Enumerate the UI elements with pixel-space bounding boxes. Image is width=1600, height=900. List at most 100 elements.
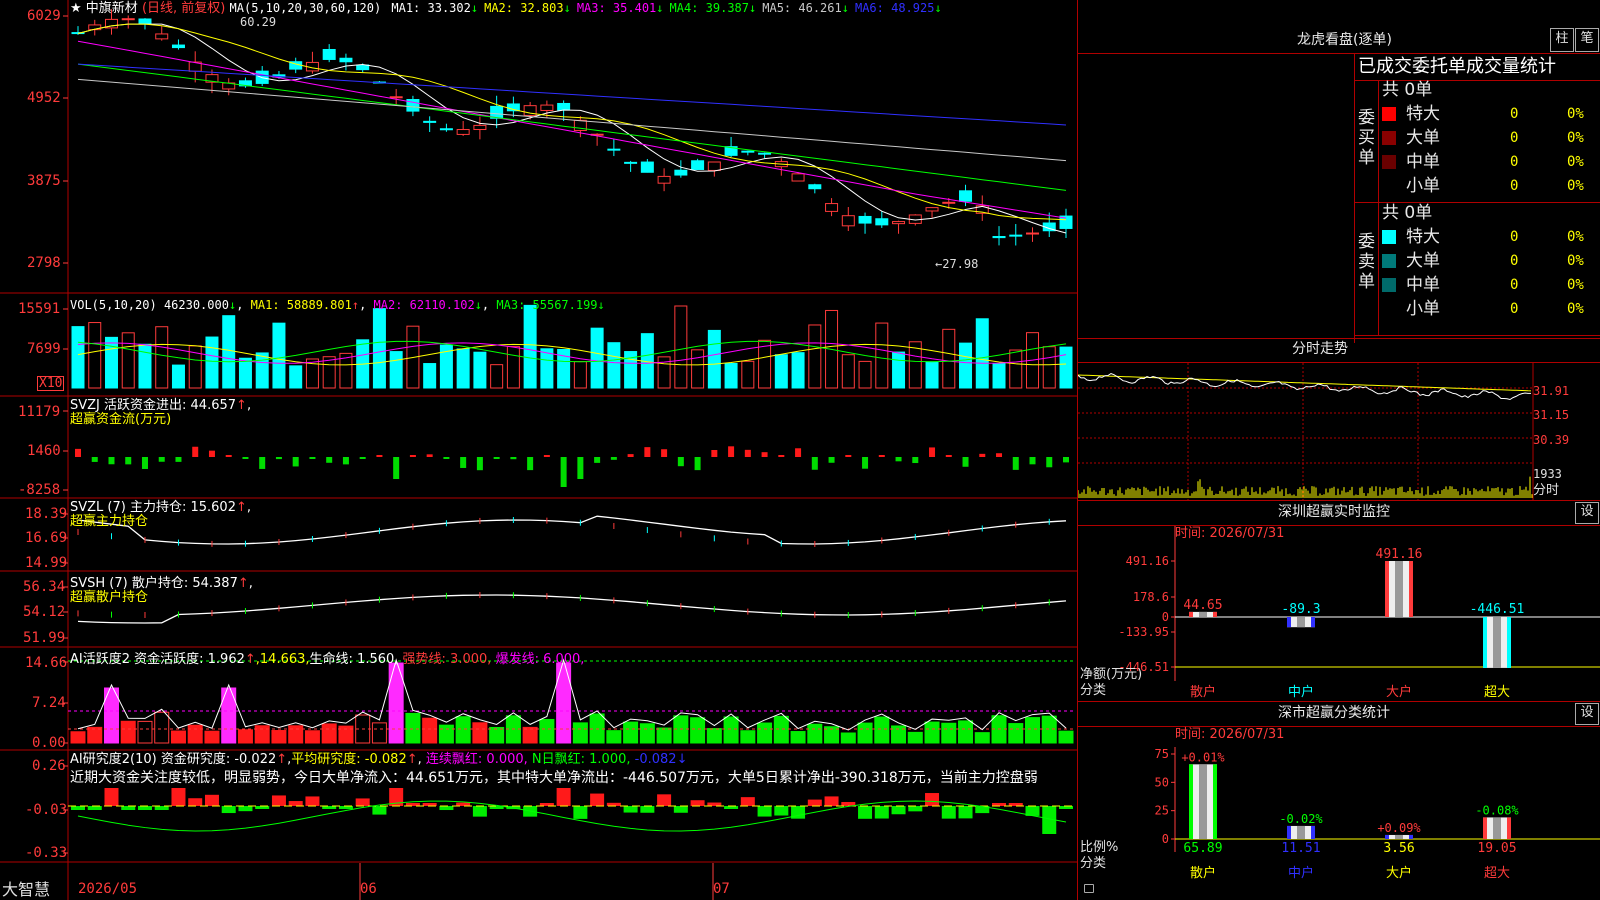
ai2-bar (657, 794, 672, 806)
candle-body (942, 201, 956, 204)
bar-mode-button[interactable]: 柱 (1550, 28, 1574, 52)
volume-bar (925, 361, 939, 389)
volume-bar (490, 364, 504, 389)
monitor-y-label: 178.6 (1133, 590, 1169, 604)
monitor-chart[interactable]: 491.16 178.6 0-133.95 -446.51 44.65 散户 -89.3 中户… (1078, 526, 1600, 700)
volume-bar (238, 357, 252, 389)
ai1-bar (840, 732, 856, 744)
order-size-label: 大单 (1406, 128, 1440, 148)
monitor-category-label: 分类 (1080, 683, 1107, 698)
class-category: 大户 (1386, 865, 1412, 881)
candle-body (959, 190, 973, 202)
order-color-swatch (1382, 107, 1396, 121)
ai1-bar (1025, 717, 1041, 744)
high-price-label: 60.29 (240, 15, 277, 29)
volume-bar (808, 324, 822, 389)
ai2-bar (154, 806, 169, 810)
ai1-bar (87, 726, 103, 744)
vol-label: VOL(5,10,20) (70, 298, 157, 312)
volume-bar (741, 360, 755, 389)
ai1-bar (723, 716, 739, 744)
ai2-bar (690, 800, 705, 806)
stats-title: 已成交委托单成交量统计 (1358, 56, 1556, 77)
ai1-bar (757, 722, 773, 744)
svzj-bar (141, 457, 148, 469)
monitor-settings-button[interactable]: 设 (1575, 502, 1599, 524)
order-color-swatch (1382, 230, 1396, 244)
ai2-header: AI研究度2(10) 资金研究度: -0.022↑,平均研究度: -0.082↑… (70, 752, 688, 767)
class-chart[interactable]: 75 50 25 0 +0.01% 65.89 散户 -0.02% 11.51 中户 +0.09% 3… (1078, 727, 1600, 900)
star-icon[interactable]: ★ (70, 1, 82, 16)
y-tick: 56.34 (23, 579, 66, 595)
candle-body (607, 148, 621, 151)
ai1-bar (656, 727, 672, 744)
monitor-bar-shade (1493, 617, 1501, 668)
order-color-swatch (1382, 179, 1396, 193)
svzj-bar (962, 457, 969, 467)
ai2-bar (472, 806, 487, 817)
svzj-bar (661, 449, 668, 457)
ai1-v4: 强势线: 3.000, (402, 652, 492, 667)
volume-bar (607, 342, 621, 389)
ai2-bar (288, 801, 303, 806)
ai1-bar (606, 730, 622, 744)
class-settings-button[interactable]: 设 (1575, 703, 1599, 725)
ai2-bar (673, 806, 688, 813)
ai1-bar (974, 732, 990, 744)
sell-total: 共 0单 (1382, 203, 1433, 223)
candle-body (389, 96, 403, 99)
order-color-swatch (1382, 155, 1396, 169)
class-y-label: 25 (1155, 804, 1169, 818)
volume-bar (540, 348, 554, 389)
candle-body (557, 102, 571, 111)
y-tick: 11179 (18, 404, 61, 420)
ai1-bar (1058, 730, 1074, 744)
volume-bar (171, 364, 185, 389)
ai1-bar (706, 728, 722, 744)
svzj-bar (108, 457, 115, 465)
brand-label[interactable]: 大智慧 (2, 880, 50, 900)
ai2-bar (137, 806, 152, 810)
volume-unit-badge[interactable]: X10 (37, 376, 65, 391)
ai1-bar (572, 722, 588, 744)
ma-line-1 (77, 23, 1067, 234)
order-count: 0 (1510, 277, 1519, 293)
candle-body (439, 128, 453, 131)
svzl-header: SVZL (7) 主力持仓: 15.602↑, (70, 500, 251, 515)
ai2-bar (908, 806, 923, 812)
right-panel: 龙虎看盘(逐单) 柱 笔 已成交委托单成交量统计 委买单 委卖单 共 0单 共 … (1078, 0, 1600, 900)
ai2-bar (740, 797, 755, 806)
tick-mode-button[interactable]: 笔 (1575, 28, 1599, 52)
vol-ma1: MA1: 58889.801 (250, 298, 352, 312)
class-bar-edge (1385, 834, 1389, 839)
candle-body (138, 18, 152, 25)
candle-body (624, 161, 638, 164)
candle-body (892, 221, 906, 225)
volume-bar (674, 305, 688, 389)
class-bar-value: 3.56 (1383, 841, 1414, 856)
volume-bar (255, 352, 269, 389)
ai1-bar (740, 730, 756, 744)
class-category-label: 分类 (1080, 856, 1107, 871)
order-size-label: 小单 (1406, 176, 1440, 196)
svzj-bar (560, 457, 567, 487)
candle-body (423, 120, 437, 123)
svzj-bar (594, 457, 601, 463)
svzj-bar (744, 449, 751, 457)
candle-body (808, 184, 822, 190)
svzj-bar (493, 457, 500, 459)
ma-arrow-1: ↓ (470, 1, 479, 15)
ai1-bar (539, 718, 555, 744)
ai1-bar (137, 720, 153, 744)
candle-body (540, 104, 554, 111)
intraday-chart[interactable] (1078, 363, 1600, 500)
candle-body (875, 218, 889, 226)
ai1-bar (304, 730, 320, 744)
lhb-title: 龙虎看盘(逐单) (1297, 32, 1392, 48)
divider (1354, 53, 1355, 343)
volume-bar (1059, 346, 1073, 389)
order-color-swatch (1382, 302, 1396, 316)
order-count: 0 (1510, 130, 1519, 146)
volume-bar (992, 362, 1006, 389)
class-bar-value: 19.05 (1477, 841, 1516, 856)
